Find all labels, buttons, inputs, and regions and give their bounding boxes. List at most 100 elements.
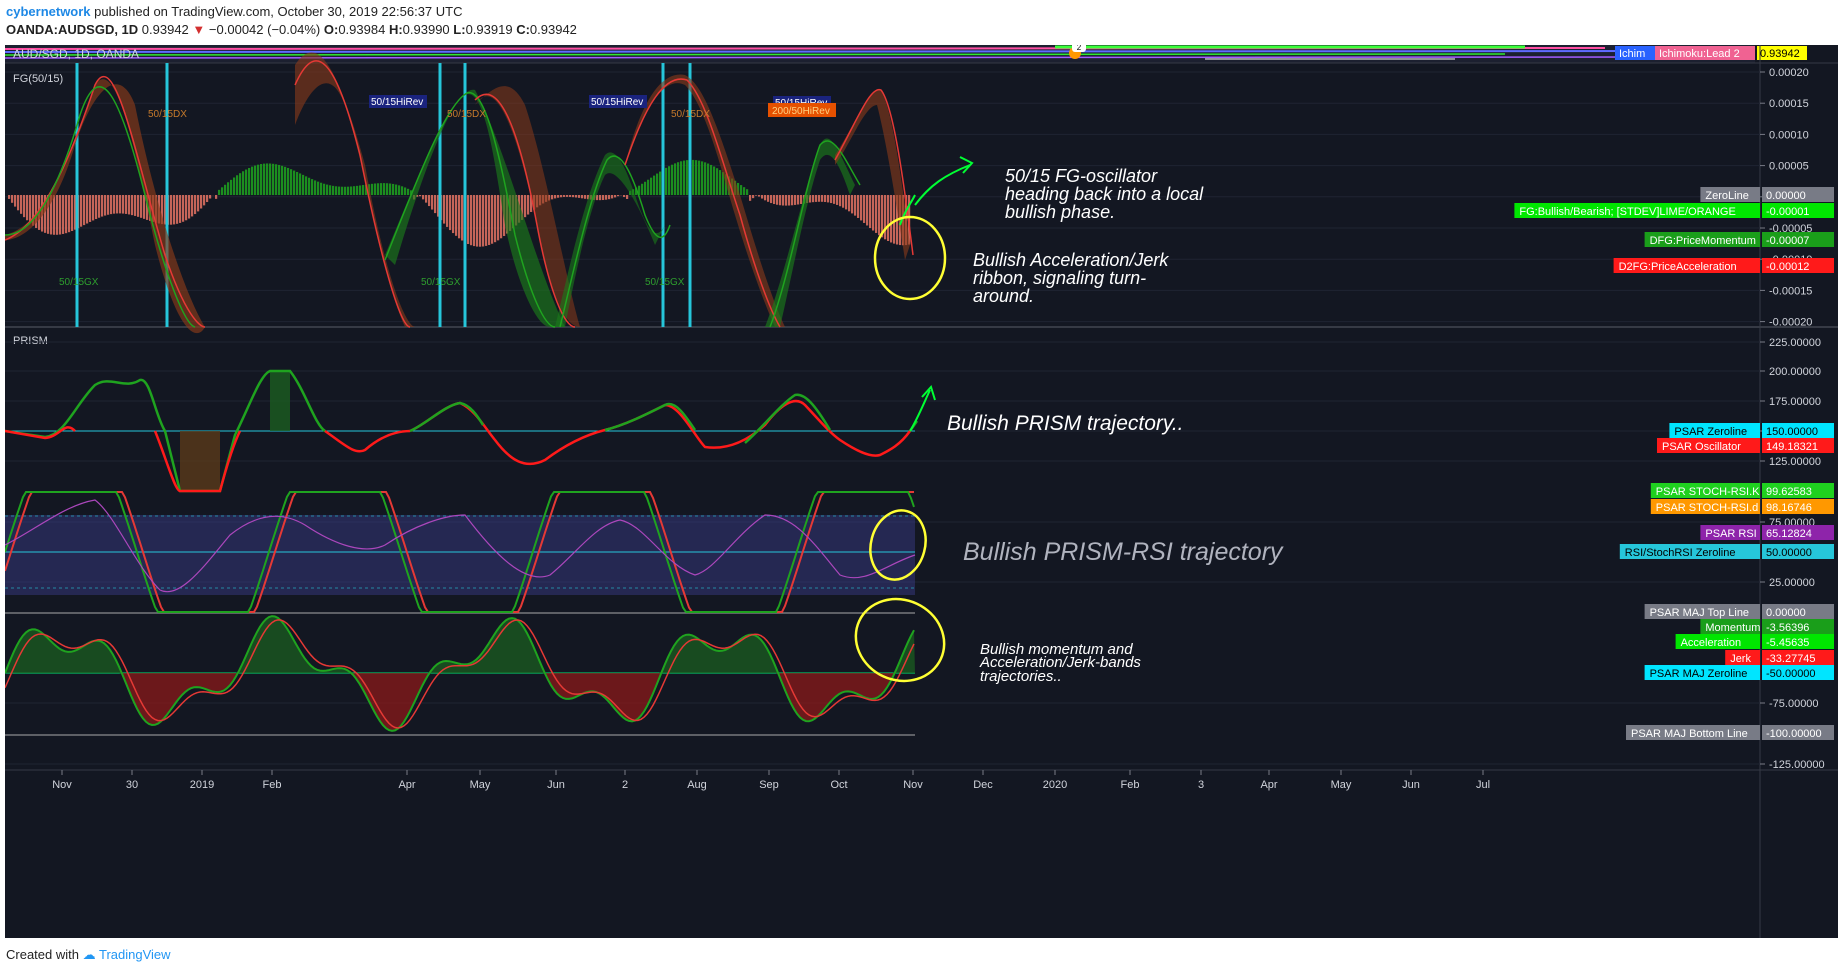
svg-text:heading back into a local: heading back into a local xyxy=(1005,184,1204,204)
symbol-label: OANDA:AUDSGD, 1D xyxy=(6,22,139,37)
time-axis-label: 30 xyxy=(126,779,138,791)
time-axis-label: Apr xyxy=(398,779,415,791)
fg-pane-title: FG(50/15) xyxy=(13,73,63,85)
indicator-badge-text: Momentum xyxy=(1705,622,1760,634)
axis-tick-label: 200.00000 xyxy=(1769,366,1821,378)
indicator-badge-value: -100.00000 xyxy=(1766,728,1822,740)
axis-tick-label: 0.00020 xyxy=(1769,67,1809,79)
indicator-badge-text: DFG:PriceMomentum xyxy=(1650,235,1756,247)
time-axis-label: Jul xyxy=(1476,779,1490,791)
indicator-badge-value: -0.00001 xyxy=(1766,206,1809,218)
indicator-badge-value: -33.27745 xyxy=(1766,653,1816,665)
svg-text:around.: around. xyxy=(973,286,1034,306)
svg-text:trajectories..: trajectories.. xyxy=(980,668,1062,685)
ichimoku-badge: Ichimoku:Lead 2 xyxy=(1659,48,1740,60)
fg-pane[interactable]: FG(50/15) 50/15DX 50/15DX 50/15DX 50/15H… xyxy=(5,52,1760,334)
rsi-annotation: Bullish PRISM-RSI trajectory xyxy=(963,538,1284,566)
time-axis-label: May xyxy=(470,779,491,791)
open-value: 0.93984 xyxy=(338,22,386,37)
cross-marker-gx: 50/15GX xyxy=(421,277,461,288)
down-arrow-icon: ▼ xyxy=(192,22,206,37)
indicator-badge-text: D2FG:PriceAcceleration xyxy=(1619,261,1737,273)
indicator-badge-value: 50.00000 xyxy=(1766,547,1812,559)
indicator-badge-value: -0.00007 xyxy=(1766,235,1809,247)
axis-tick-label: -75.00000 xyxy=(1769,698,1819,710)
time-axis-label: Feb xyxy=(1121,779,1140,791)
time-axis-label: 2020 xyxy=(1043,779,1067,791)
indicator-badge-text: PSAR RSI xyxy=(1705,528,1756,540)
prism-pane[interactable]: PRISM Bullish PRISM trajectory.. Bullish… xyxy=(5,335,1760,765)
indicator-badge-text: PSAR STOCH-RSI.d xyxy=(1656,502,1759,514)
prism-fill xyxy=(180,431,220,491)
time-axis-label: Apr xyxy=(1260,779,1277,791)
svg-text:ribbon, signaling turn-: ribbon, signaling turn- xyxy=(973,268,1146,288)
ichimoku-small-badge: Ichim xyxy=(1619,48,1645,60)
indicator-badge-value: 98.16746 xyxy=(1766,502,1812,514)
indicator-badge-value: -50.00000 xyxy=(1766,668,1816,680)
prism-line-green xyxy=(409,393,919,444)
chart-svg[interactable]: AUD/SGD, 1D, OANDA 2 Ichim Ichimoku:Lead… xyxy=(5,45,1838,938)
time-axis-label: Oct xyxy=(830,779,847,791)
pair-label: AUD/SGD, 1D, OANDA xyxy=(13,47,139,61)
indicator-badge-value: 65.12824 xyxy=(1766,528,1812,540)
prism-pane-title: PRISM xyxy=(13,335,48,347)
axis-tick-label: 175.00000 xyxy=(1769,396,1821,408)
close-label: C: xyxy=(516,22,530,37)
published-text: published on TradingView.com, October 30… xyxy=(94,4,463,19)
counter-badge: 2 xyxy=(1077,45,1082,52)
indicator-badge-text: PSAR MAJ Zeroline xyxy=(1650,668,1748,680)
cross-marker-gx: 50/15GX xyxy=(645,277,685,288)
indicator-badge-text: PSAR MAJ Top Line xyxy=(1650,607,1749,619)
tradingview-link[interactable]: TradingView xyxy=(99,947,171,962)
high-value: 0.93990 xyxy=(402,22,450,37)
time-axis-label: Nov xyxy=(52,779,72,791)
fg-annotation-oscillator: 50/15 FG-oscillator heading back into a … xyxy=(1005,166,1204,222)
time-axis-label: 2 xyxy=(622,779,628,791)
open-label: O: xyxy=(323,22,339,37)
axis-tick-label: 0.00010 xyxy=(1769,129,1809,141)
trend-arrow-icon xyxy=(914,164,971,206)
indicator-badge-value: 0.00000 xyxy=(1766,190,1806,202)
cross-marker-dx: 50/15DX xyxy=(148,109,187,120)
time-axis-label: Jun xyxy=(1402,779,1420,791)
time-axis-label: Dec xyxy=(973,779,993,791)
indicator-badge-text: PSAR MAJ Bottom Line xyxy=(1631,728,1748,740)
current-price-badge: 0.93942 xyxy=(1760,48,1800,60)
fg-annotation-ribbon: Bullish Acceleration/Jerk ribbon, signal… xyxy=(973,250,1169,306)
close-value: 0.93942 xyxy=(529,22,577,37)
indicator-badge-text: Jerk xyxy=(1730,653,1751,665)
indicator-badge-value: 99.62583 xyxy=(1766,486,1812,498)
prism-annotation: Bullish PRISM trajectory.. xyxy=(947,412,1184,435)
indicator-badge-value: -5.45635 xyxy=(1766,637,1809,649)
axis-tick-label: 0.00005 xyxy=(1769,161,1809,173)
high-label: H: xyxy=(388,22,403,37)
momentum-annotation: Bullish momentum and Acceleration/Jerk-b… xyxy=(979,641,1141,685)
hirev-marker-200: 200/50HiRev xyxy=(772,106,830,117)
indicator-badge-text: Acceleration xyxy=(1681,637,1742,649)
time-axis-label: 2019 xyxy=(190,779,214,791)
indicator-badge-value: -0.00012 xyxy=(1766,261,1809,273)
price-change: −0.00042 (−0.04%) xyxy=(208,22,321,37)
author-link[interactable]: cybernetwork xyxy=(6,4,91,19)
publish-line: cybernetwork published on TradingView.co… xyxy=(6,4,463,19)
svg-text:50/15 FG-oscillator: 50/15 FG-oscillator xyxy=(1005,166,1158,186)
indicator-badge-text: PSAR STOCH-RSI.K xyxy=(1656,486,1760,498)
indicator-badge-text: PSAR Zeroline xyxy=(1674,426,1747,438)
chart-canvas[interactable]: AUD/SGD, 1D, OANDA 2 Ichim Ichimoku:Lead… xyxy=(5,45,1838,938)
rsi-band xyxy=(5,515,915,595)
time-axis-label: Feb xyxy=(263,779,282,791)
last-price: 0.93942 xyxy=(141,22,189,37)
axis-tick-label: 25.00000 xyxy=(1769,577,1815,589)
time-axis-label: May xyxy=(1331,779,1352,791)
ohlc-line: OANDA:AUDSGD, 1D 0.93942 ▼ −0.00042 (−0.… xyxy=(6,22,577,37)
cross-marker-gx: 50/15GX xyxy=(59,277,99,288)
time-axis-label: Sep xyxy=(759,779,779,791)
indicator-badge-value: -3.56396 xyxy=(1766,622,1809,634)
indicator-badge-text: PSAR Oscillator xyxy=(1662,441,1741,453)
time-axis[interactable]: Nov 30 2019 Feb Apr May Jun 2 Aug Sep Oct Nov Dec 202… xyxy=(52,770,1490,791)
axis-tick-label: -0.00020 xyxy=(1769,317,1812,329)
indicator-badge-value: 0.00000 xyxy=(1766,607,1806,619)
axis-tick-label: -0.00015 xyxy=(1769,285,1812,297)
hirev-marker: 50/15HiRev xyxy=(371,97,423,108)
axis-tick-label: -125.00000 xyxy=(1769,759,1825,771)
